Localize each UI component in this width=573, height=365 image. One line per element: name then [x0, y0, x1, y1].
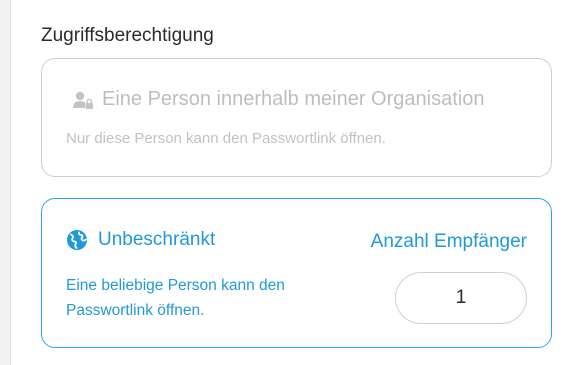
- option-unrestricted-card[interactable]: Unbeschränkt Anzahl Empfänger Eine belie…: [41, 198, 552, 348]
- option-restricted-card[interactable]: Eine Person innerhalb meiner Organisatio…: [41, 58, 552, 177]
- recipients-count-label: Anzahl Empfänger: [370, 231, 527, 252]
- recipients-count-input[interactable]: [395, 272, 527, 324]
- option-unrestricted-header: Unbeschränkt: [66, 229, 215, 251]
- option-restricted-header: Eine Person innerhalb meiner Organisatio…: [72, 88, 484, 111]
- globe-icon: [66, 229, 88, 251]
- access-permission-panel: Zugriffsberechtigung Eine Person innerha…: [10, 0, 573, 365]
- option-unrestricted-title: Unbeschränkt: [98, 229, 216, 250]
- user-lock-icon: [72, 90, 94, 110]
- option-restricted-description: Nur diese Person kann den Passwortlink ö…: [66, 130, 386, 147]
- option-restricted-title: Eine Person innerhalb meiner Organisatio…: [102, 88, 485, 110]
- section-title: Zugriffsberechtigung: [41, 25, 214, 46]
- option-unrestricted-description: Eine beliebige Person kann den Passwortl…: [66, 277, 285, 319]
